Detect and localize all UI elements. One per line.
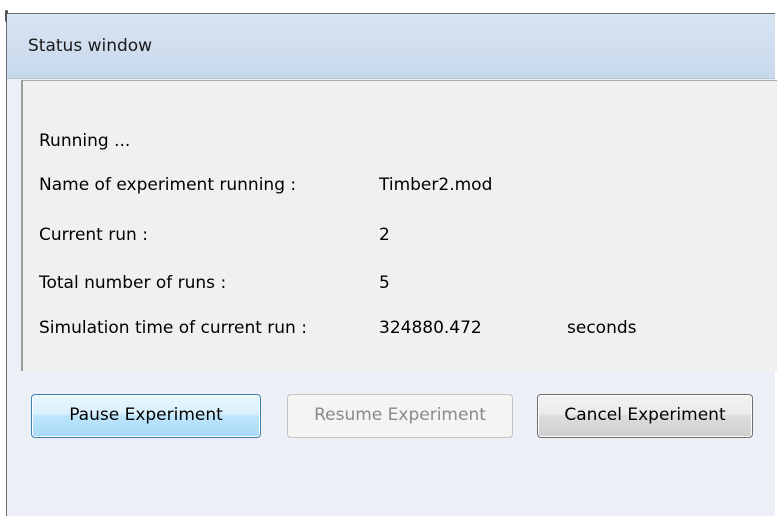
current-run-label: Current run : — [39, 225, 148, 245]
running-status: Running ... — [39, 131, 131, 151]
simulation-time-row: Simulation time of current run : 324880.… — [39, 316, 759, 340]
total-runs-label: Total number of runs : — [39, 273, 227, 293]
total-runs-row: Total number of runs : 5 — [39, 271, 759, 295]
simulation-time-label: Simulation time of current run : — [39, 318, 307, 338]
cancel-experiment-button[interactable]: Cancel Experiment — [537, 394, 753, 438]
simulation-time-value: 324880.472 — [379, 318, 482, 338]
status-panel: Running ... Name of experiment running :… — [21, 80, 777, 371]
resume-experiment-button[interactable]: Resume Experiment — [287, 394, 513, 438]
experiment-name-label: Name of experiment running : — [39, 175, 297, 195]
total-runs-value: 5 — [379, 273, 390, 293]
experiment-name-row: Name of experiment running : Timber2.mod — [39, 173, 759, 197]
simulation-time-unit: seconds — [567, 318, 637, 338]
experiment-name-value: Timber2.mod — [379, 175, 493, 195]
current-run-row: Current run : 2 — [39, 223, 759, 247]
title-bar: Status window — [7, 14, 775, 79]
status-window: Status window Running ... Name of experi… — [5, 10, 777, 516]
pause-experiment-button[interactable]: Pause Experiment — [31, 394, 261, 438]
current-run-value: 2 — [379, 225, 390, 245]
window-title: Status window — [28, 36, 153, 56]
